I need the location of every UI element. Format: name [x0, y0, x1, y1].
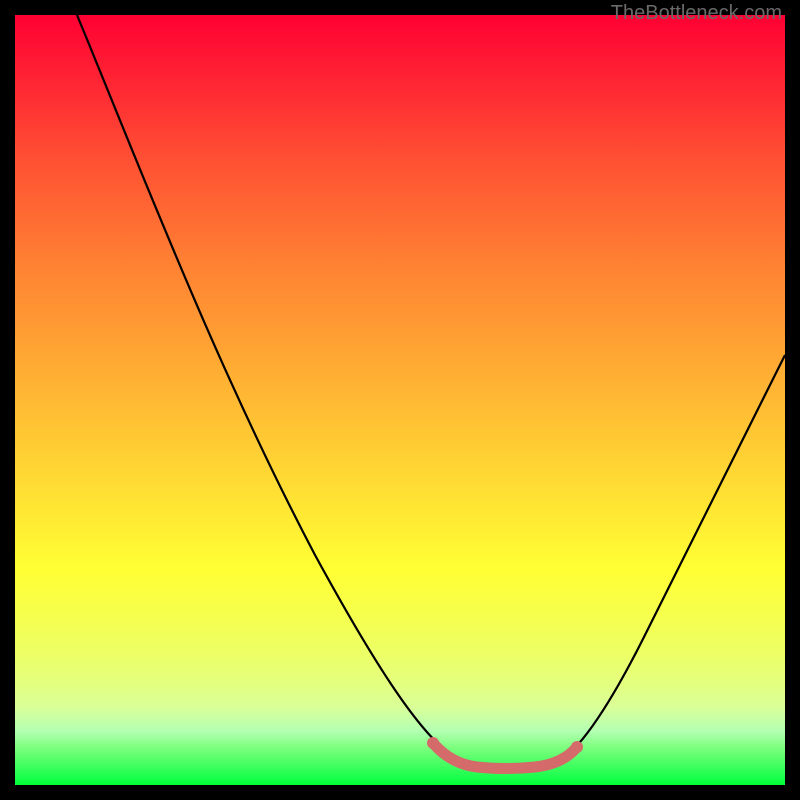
optimal-zone-start-dot [427, 737, 439, 749]
optimal-zone-end-dot [571, 741, 583, 753]
bottleneck-curve-line [77, 15, 785, 767]
bottleneck-chart [15, 15, 785, 785]
watermark-text: TheBottleneck.com [611, 2, 782, 25]
optimal-zone-highlight [433, 743, 577, 769]
